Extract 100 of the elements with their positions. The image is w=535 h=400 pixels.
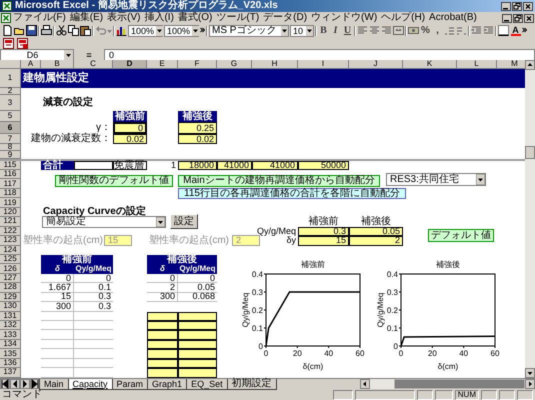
input-cell[interactable] xyxy=(147,349,178,359)
input-cell[interactable] xyxy=(147,368,178,378)
restore-button[interactable] xyxy=(513,14,523,22)
column-header[interactable]: C xyxy=(74,60,113,69)
sheet-tab[interactable]: Param xyxy=(112,378,148,390)
input-cell[interactable]: 0.05 xyxy=(349,226,403,236)
menu-item[interactable]: データ(D) xyxy=(261,12,310,24)
row-header[interactable]: 123 xyxy=(0,236,21,246)
copy-icon[interactable] xyxy=(68,25,79,36)
previous-tab-icon[interactable] xyxy=(10,379,20,389)
column-header[interactable]: K xyxy=(403,60,457,69)
input-cell[interactable]: 0.02 xyxy=(113,134,147,144)
row-header[interactable]: 126 xyxy=(0,264,21,274)
menu-item[interactable]: 書式(O) xyxy=(176,12,214,24)
decrease-decimal-icon[interactable] xyxy=(456,25,467,36)
row-header[interactable]: 8 xyxy=(0,144,21,151)
merge-cells-icon[interactable] xyxy=(393,25,404,36)
menu-item[interactable]: 挿入(I) xyxy=(142,12,176,24)
row-header[interactable]: 128 xyxy=(0,283,21,293)
column-header[interactable]: E xyxy=(147,60,178,69)
input-cell[interactable]: 41000 xyxy=(217,161,252,170)
format-button[interactable]: I xyxy=(330,25,341,36)
last-tab-icon[interactable] xyxy=(30,379,40,389)
format-button[interactable]: U xyxy=(342,25,353,36)
mode-dropdown[interactable]: 簡易設定 xyxy=(42,216,166,228)
menu-item[interactable]: 編集(E) xyxy=(68,12,106,24)
zoom-combo[interactable]: 100% xyxy=(128,24,163,36)
row-header[interactable]: 1 xyxy=(0,69,21,88)
formula-field[interactable]: 0 xyxy=(104,48,535,60)
save-icon[interactable] xyxy=(26,25,37,36)
row-header[interactable]: 9 xyxy=(0,151,21,159)
input-cell[interactable]: 0.25 xyxy=(178,122,217,134)
pdf-icon[interactable] xyxy=(17,38,28,48)
input-cell[interactable] xyxy=(178,312,217,321)
column-header[interactable]: M xyxy=(497,60,525,69)
use-dropdown[interactable]: RES3:共同住宅 xyxy=(386,173,486,186)
input-cell[interactable]: 41000 xyxy=(252,161,298,170)
default-button[interactable]: デフォルト値 xyxy=(428,229,494,242)
new-file-icon[interactable] xyxy=(2,25,13,36)
column-header[interactable]: H xyxy=(252,60,298,69)
column-header[interactable]: D xyxy=(113,60,147,69)
menu-item[interactable]: ウィンドウ(W) xyxy=(309,12,380,24)
column-header[interactable]: L xyxy=(457,60,497,69)
close-button[interactable] xyxy=(524,14,534,22)
format-button[interactable]: B xyxy=(318,25,329,36)
select-all-button[interactable] xyxy=(0,60,21,69)
row-header[interactable]: 133 xyxy=(0,330,21,340)
number-format-button[interactable]: , xyxy=(432,25,443,36)
sheet-tab[interactable]: Main xyxy=(39,378,69,390)
input-cell[interactable]: 0 xyxy=(113,122,147,134)
row-header[interactable]: 7 xyxy=(0,134,21,144)
input-cell[interactable] xyxy=(178,368,217,378)
input-cell[interactable] xyxy=(178,349,217,359)
number-format-button[interactable]: % xyxy=(420,25,431,36)
menu-item[interactable]: ファイル(F) xyxy=(11,12,68,24)
column-header[interactable]: B xyxy=(41,60,74,69)
column-header[interactable]: G xyxy=(217,60,252,69)
input-cell[interactable] xyxy=(178,330,217,340)
auto-allocate-button[interactable]: Mainシートの建物再調達価格から自動配分 xyxy=(178,175,380,187)
increase-indent-icon[interactable] xyxy=(483,25,494,36)
column-header[interactable]: J xyxy=(349,60,403,69)
first-tab-icon[interactable] xyxy=(0,379,10,389)
column-header[interactable]: I xyxy=(298,60,349,69)
cut-icon[interactable] xyxy=(56,25,67,36)
sheet-tab[interactable]: Graph1 xyxy=(147,378,188,390)
zoom-combo[interactable]: 100% xyxy=(164,24,199,36)
sheet-tab[interactable]: 初期設定 xyxy=(226,378,277,390)
row-header[interactable]: 119 xyxy=(0,198,21,208)
align-left-icon[interactable] xyxy=(357,25,368,36)
row-header[interactable]: 137 xyxy=(0,368,21,378)
undo-icon[interactable] xyxy=(95,25,106,36)
align-right-icon[interactable] xyxy=(381,25,392,36)
column-header[interactable]: F xyxy=(178,60,217,69)
print-icon[interactable] xyxy=(41,25,52,36)
input-cell[interactable] xyxy=(147,312,178,321)
input-cell[interactable]: 50000 xyxy=(298,161,349,170)
font-combo[interactable]: MS Pゴシック xyxy=(209,24,289,36)
menu-item[interactable]: Acrobat(B) xyxy=(427,12,479,24)
input-cell[interactable] xyxy=(147,321,178,330)
input-cell[interactable]: 0.02 xyxy=(178,134,217,144)
menu-item[interactable]: ツール(T) xyxy=(214,12,262,24)
next-tab-icon[interactable] xyxy=(20,379,30,389)
sheet-tab[interactable]: Capacity xyxy=(68,378,113,390)
input-cell[interactable] xyxy=(147,330,178,340)
open-folder-icon[interactable] xyxy=(14,25,25,36)
minimize-button[interactable] xyxy=(502,14,512,22)
row-header[interactable]: 117 xyxy=(0,179,21,189)
font-size-combo[interactable]: 10 xyxy=(290,24,314,36)
row-header[interactable]: 115 xyxy=(0,161,21,170)
row-header[interactable]: 5 xyxy=(0,111,21,122)
currency-icon[interactable] xyxy=(408,25,419,36)
column-header[interactable]: A xyxy=(21,60,41,69)
input-cell[interactable] xyxy=(178,321,217,330)
sheet-tab[interactable]: EQ_Set xyxy=(186,378,228,390)
input-cell[interactable]: 18000 xyxy=(178,161,217,170)
paste-icon[interactable] xyxy=(80,25,91,36)
row-header[interactable]: 6 xyxy=(0,122,21,134)
row-header[interactable]: 2 xyxy=(0,88,21,95)
row-header[interactable]: 116 xyxy=(0,170,21,180)
align-center-icon[interactable] xyxy=(369,25,380,36)
